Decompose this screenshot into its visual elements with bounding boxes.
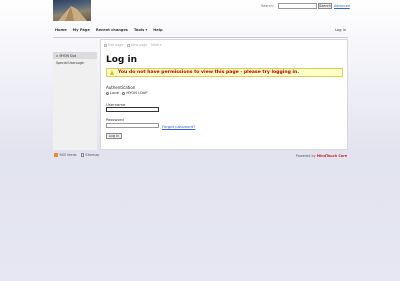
powered-by: Powered by MindTouch Core <box>296 154 347 158</box>
more-label: More ▾ <box>151 43 162 47</box>
page-title: Log in <box>106 55 137 65</box>
login-button[interactable]: Log in <box>106 133 122 139</box>
new-page-button[interactable]: New page <box>127 43 147 47</box>
auth-ldap-radio[interactable] <box>122 91 126 95</box>
auth-local-radio[interactable] <box>106 91 109 95</box>
password-input[interactable] <box>106 123 159 128</box>
search-input[interactable] <box>278 3 317 9</box>
rss-icon <box>54 153 58 157</box>
powered-by-brand[interactable]: MindTouch Core <box>317 154 347 158</box>
auth-local-label: Local <box>110 91 120 95</box>
nav-my-page[interactable]: My Page <box>73 28 90 32</box>
password-label: Password <box>106 117 124 122</box>
advanced-search-link[interactable]: Advanced <box>334 4 350 8</box>
permission-warning: You do not have permissions to view this… <box>106 68 343 77</box>
footer-links: RSS feeds Sitemap <box>54 153 99 157</box>
nav-tools[interactable]: Tools ▾ <box>134 28 147 32</box>
search-button[interactable]: Search <box>318 3 332 9</box>
sidebar-item-userlogin[interactable]: Special:UserLogin <box>53 59 97 66</box>
edit-icon <box>104 43 107 47</box>
content-panel: Edit page New page More ▾ Log in You do … <box>100 39 348 150</box>
sidebar: MYON Slot Special:UserLogin <box>53 52 97 150</box>
warning-icon <box>110 70 114 75</box>
main-nav: Home My Page Recent changes Tools ▾ Help… <box>53 26 348 34</box>
auth-options: Local MYON LDAP <box>106 91 150 95</box>
edit-page-label: Edit page <box>108 43 124 47</box>
edit-page-button[interactable]: Edit page <box>104 43 123 47</box>
site-logo[interactable] <box>53 0 91 21</box>
auth-label: Authentication <box>106 85 136 90</box>
sidebar-item-label: Special:UserLogin <box>56 60 85 65</box>
nav-recent-changes[interactable]: Recent changes <box>96 28 128 32</box>
nav-help[interactable]: Help <box>153 28 162 32</box>
auth-ldap-label: MYON LDAP <box>126 91 148 95</box>
page-toolbar: Edit page New page More ▾ <box>104 43 162 47</box>
forgot-password-link[interactable]: Forgot password? <box>162 124 195 129</box>
rss-link[interactable]: RSS feeds <box>60 153 77 157</box>
warning-text: You do not have permissions to view this… <box>118 70 300 75</box>
powered-by-prefix: Powered by <box>296 154 316 158</box>
page-icon <box>56 54 58 57</box>
sitemap-icon <box>80 153 84 157</box>
new-page-icon <box>127 43 131 47</box>
sitemap-link[interactable]: Sitemap <box>85 153 99 157</box>
new-page-label: New page <box>131 43 148 47</box>
sidebar-item-label: MYON Slot <box>59 53 77 58</box>
more-menu-button[interactable]: More ▾ <box>151 43 162 47</box>
nav-home[interactable]: Home <box>55 28 67 32</box>
nav-divider <box>53 37 348 38</box>
search-label: Search: <box>261 4 274 8</box>
header-login-link[interactable]: Log in <box>335 28 346 32</box>
sidebar-item-home[interactable]: MYON Slot <box>53 52 97 59</box>
username-input[interactable] <box>106 107 159 112</box>
